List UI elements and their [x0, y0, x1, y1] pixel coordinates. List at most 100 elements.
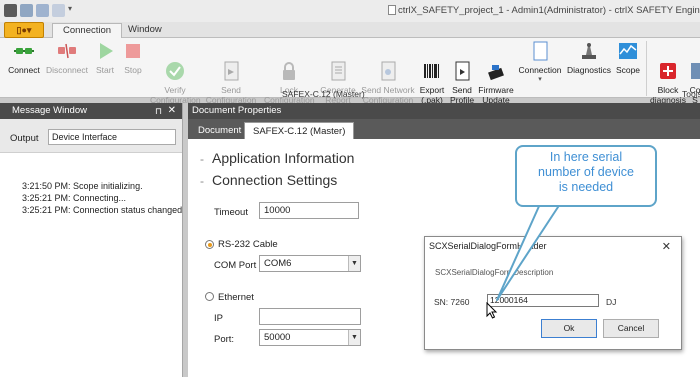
ribbon-group-label-tools: Tools [682, 89, 700, 99]
ip-input[interactable] [259, 308, 361, 325]
callout-line: number of device [538, 165, 634, 179]
chevron-down-icon: ▼ [348, 330, 360, 345]
report-icon [327, 50, 349, 81]
com-port-select[interactable]: COM6 ▼ [259, 255, 361, 272]
tab-document[interactable]: Document [190, 122, 249, 139]
collapse-icon: - [200, 152, 204, 166]
document-icon [388, 5, 396, 15]
send-network-configuration-button[interactable]: Send Network Configuration [360, 40, 416, 105]
serial-number-input[interactable]: 12000164 [487, 294, 599, 307]
close-icon[interactable]: ✕ [168, 103, 176, 119]
section-connection-settings[interactable]: - Connection Settings [200, 172, 337, 188]
ribbon-group-label: SAFEX-C.12 (Master) [282, 89, 365, 99]
output-select[interactable]: Device Interface [48, 129, 176, 145]
tab-safex-master[interactable]: SAFEX-C.12 (Master) [244, 122, 355, 139]
verify-configuration-label: Verify Configuration [150, 85, 201, 105]
plug-connect-icon [13, 40, 35, 62]
port-label: Port: [214, 334, 235, 345]
ok-button[interactable]: Ok [541, 319, 597, 338]
disconnect-label: Disconnect [45, 65, 89, 75]
dialog-title: SCXSerialDialogFormHeader [429, 241, 547, 251]
profile-document-icon [451, 50, 473, 81]
send-configuration-label: Send Configuration [205, 85, 257, 105]
timeout-input[interactable]: 10000 [259, 202, 359, 219]
connect-label: Connect [8, 65, 40, 75]
mouse-cursor-icon [486, 302, 498, 319]
send-profile-label: Send Profile [449, 85, 475, 105]
cancel-button[interactable]: Cancel [603, 319, 659, 338]
port-select[interactable]: 50000 ▼ [259, 329, 361, 346]
output-label: Output [10, 133, 39, 144]
firmware-update-label: Firmware Update [478, 85, 514, 105]
port-value: 50000 [264, 332, 291, 343]
block-diagnosis-icon [657, 50, 679, 79]
window-title: ctrlX_SAFETY_project_1 - Admin1(Administ… [398, 5, 700, 16]
message-window-header: Message Window ⊓ ✕ [0, 103, 182, 119]
tab-connection[interactable]: Connection [52, 23, 123, 38]
timeout-label: Timeout [214, 207, 248, 218]
section-title: Application Information [212, 150, 355, 166]
log-line: 3:21:50 PM: Scope initializing. [22, 181, 143, 191]
connect-button[interactable]: Connect [6, 40, 42, 75]
start-label: Start [96, 65, 114, 75]
block-diagnosis-label: Block diagnosis [650, 85, 686, 105]
pin-icon[interactable]: ⊓ [155, 103, 162, 119]
redo-icon[interactable] [52, 4, 65, 17]
stop-icon [122, 40, 144, 62]
title-bar: ▾ ctrlX_SAFETY_project_1 - Admin1(Admini… [0, 0, 700, 22]
connection-dropdown-icon: ▾ [538, 76, 542, 83]
partial-icon [688, 50, 700, 79]
document-tabs: Document SAFEX-C.12 (Master) [188, 119, 700, 139]
diagnostics-label: Diagnostics [567, 65, 611, 75]
undo-icon[interactable] [36, 4, 49, 17]
send-document-icon [220, 50, 242, 81]
callout-line: In here serial [549, 150, 623, 164]
send-profile-button[interactable]: Send Profile [448, 40, 476, 105]
section-title: Connection Settings [212, 172, 338, 188]
stop-label: Stop [124, 65, 142, 75]
export-pak-button[interactable]: Export (.pak) [418, 40, 446, 105]
save-icon[interactable] [20, 4, 33, 17]
collapse-icon: - [200, 174, 204, 188]
export-pak-label: Export (.pak) [419, 85, 445, 105]
callout-line: is needed [558, 180, 614, 194]
document-icon [529, 40, 551, 62]
ethernet-label: Ethernet [218, 292, 254, 303]
start-button[interactable]: Start [92, 40, 118, 75]
ip-label: IP [214, 313, 223, 324]
connection-label: Connection [518, 65, 562, 75]
com-port-value: COM6 [264, 258, 292, 269]
file-menu-button[interactable]: ▯●▾ [4, 22, 44, 38]
ethernet-radio[interactable] [205, 292, 214, 301]
ribbon-group-separator [646, 41, 647, 96]
connection-button[interactable]: Connection ▾ [516, 40, 564, 85]
scope-button[interactable]: Scope [614, 40, 642, 75]
stop-button[interactable]: Stop [120, 40, 146, 75]
sn-label: SN: 7260 [434, 297, 470, 307]
scope-label: Scope [615, 65, 641, 75]
chevron-down-icon: ▼ [348, 256, 360, 271]
rs232-radio[interactable] [205, 240, 214, 249]
diagnostics-icon [578, 40, 600, 62]
rs232-label: RS-232 Cable [218, 239, 278, 250]
network-document-icon [377, 50, 399, 81]
firmware-icon [485, 50, 507, 81]
verify-configuration-button[interactable]: Verify Configuration [150, 40, 201, 105]
firmware-update-button[interactable]: Firmware Update [478, 40, 514, 105]
play-icon [94, 40, 116, 62]
output-row: Output Device Interface [0, 119, 182, 153]
section-application-information[interactable]: - Application Information [200, 150, 354, 166]
app-icon [4, 4, 17, 17]
plug-disconnect-icon [56, 40, 78, 62]
dialog-close-icon[interactable]: ✕ [662, 240, 671, 253]
tab-window[interactable]: Window [118, 23, 172, 38]
send-configuration-button[interactable]: Send Configuration [204, 40, 258, 105]
disconnect-button[interactable]: Disconnect [44, 40, 90, 75]
com-port-label: COM Port [214, 260, 257, 271]
message-window-title: Message Window [12, 105, 87, 116]
diagnostics-button[interactable]: Diagnostics [566, 40, 612, 75]
ribbon: Connect Disconnect Start Stop Verify Con… [0, 38, 700, 105]
document-properties-header: Document Properties [188, 103, 700, 119]
lock-icon [278, 50, 300, 80]
dropdown-icon[interactable]: ▾ [68, 4, 75, 17]
